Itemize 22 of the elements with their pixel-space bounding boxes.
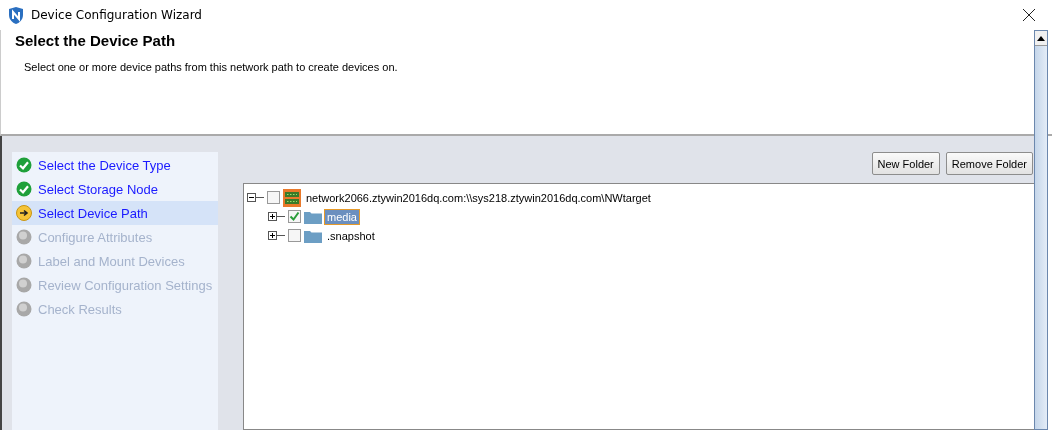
page-description: Select one or more device paths from this network path to create devices on. — [24, 61, 399, 73]
step-item[interactable]: Select Device Path — [12, 201, 218, 225]
page-title: Select the Device Path — [15, 32, 177, 49]
folder-button[interactable]: New Folder — [871, 152, 940, 175]
step-item[interactable]: Select the Device Type — [12, 153, 218, 177]
storage-icon — [283, 188, 301, 207]
scroll-up-icon[interactable] — [1037, 35, 1045, 41]
tree-item[interactable]: network2066.ztywin2016dq.com:\\sys218.ztywin2016dq.com\NWtarget — [304, 190, 653, 205]
checkbox[interactable] — [288, 210, 301, 223]
tree-item[interactable]: .snapshot — [325, 228, 377, 243]
step-item[interactable]: Select Storage Node — [12, 177, 218, 201]
folder-icon — [304, 228, 322, 243]
window-title: Device Configuration Wizard — [31, 8, 203, 22]
folder-button[interactable]: Remove Folder — [945, 152, 1033, 175]
folder-icon — [304, 209, 322, 224]
expand-icon[interactable] — [268, 231, 277, 240]
checkbox[interactable] — [288, 229, 301, 242]
shield-logo-icon — [8, 6, 24, 24]
scrollbar[interactable] — [1034, 30, 1048, 430]
checkbox[interactable] — [267, 191, 280, 204]
collapse-icon[interactable] — [247, 193, 256, 202]
expand-icon[interactable] — [268, 212, 277, 221]
